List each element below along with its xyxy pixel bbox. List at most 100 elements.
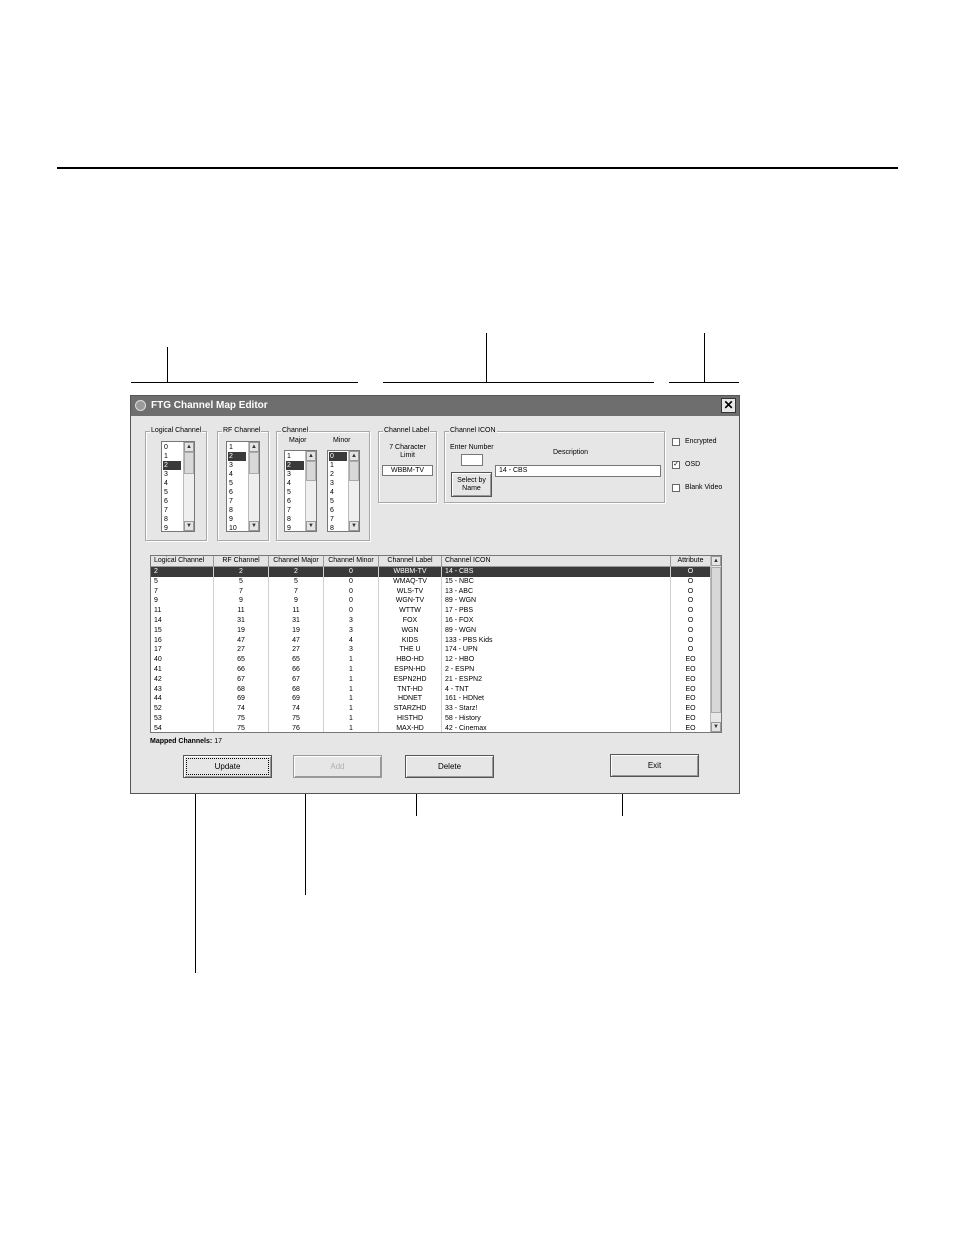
logical-channel-item[interactable]: 5 <box>163 488 181 497</box>
channel-major-item[interactable]: 9 <box>286 524 304 531</box>
channel-minor-item[interactable]: 5 <box>329 497 347 506</box>
table-row[interactable]: 44 69 69 1 HDNET 161 - HDNet EO <box>151 694 711 705</box>
icon-number-input[interactable] <box>461 454 483 466</box>
table-row[interactable]: 54 75 76 1 MAX-HD 42 - Cinemax EO <box>151 723 711 732</box>
scroll-thumb[interactable] <box>249 452 259 474</box>
delete-button[interactable]: Delete <box>405 755 494 778</box>
channel-label-input[interactable]: WBBM-TV <box>382 465 433 476</box>
scroll-thumb[interactable] <box>711 567 721 713</box>
scroll-up-icon[interactable]: ▲ <box>349 451 359 461</box>
scroll-thumb[interactable] <box>349 461 359 481</box>
logical-channel-scrollbar[interactable]: ▲ ▼ <box>183 442 194 531</box>
table-row[interactable]: 43 68 68 1 TNT-HD 4 - TNT EO <box>151 684 711 695</box>
blank-video-checkbox[interactable] <box>672 484 680 492</box>
scroll-up-icon[interactable]: ▲ <box>249 442 259 452</box>
column-header[interactable]: Channel Label <box>379 556 442 567</box>
channel-minor-list[interactable]: 012345678 ▲ ▼ <box>327 450 360 532</box>
rf-channel-item[interactable]: 4 <box>228 470 246 479</box>
table-row[interactable]: 2 2 2 0 WBBM-TV 14 - CBS O <box>151 567 711 577</box>
rf-channel-item[interactable]: 8 <box>228 506 246 515</box>
channel-major-list[interactable]: 123456789 ▲ ▼ <box>284 450 317 532</box>
channel-minor-item[interactable]: 6 <box>329 506 347 515</box>
channel-major-item[interactable]: 7 <box>286 506 304 515</box>
channel-minor-item[interactable]: 4 <box>329 488 347 497</box>
table-row[interactable]: 15 19 19 3 WGN 89 - WGN O <box>151 625 711 636</box>
table-row[interactable]: 53 75 75 1 HISTHD 58 - History EO <box>151 714 711 724</box>
title-bar[interactable]: FTG Channel Map Editor ✕ <box>131 396 739 416</box>
logical-channel-item[interactable]: 9 <box>163 524 181 531</box>
scroll-thumb[interactable] <box>306 461 316 481</box>
channel-map-table[interactable]: Logical Channel RF Channel Channel Major Ch… <box>150 555 722 733</box>
icon-description-input[interactable]: 14 - CBS <box>495 465 661 477</box>
select-by-name-button[interactable]: Select by Name <box>451 472 492 497</box>
rf-channel-item[interactable]: 7 <box>228 497 246 506</box>
table-row[interactable]: 9 9 9 0 WGN-TV 89 - WGN O <box>151 596 711 607</box>
channel-minor-item[interactable]: 8 <box>329 524 347 531</box>
table-row[interactable]: 41 66 66 1 ESPN-HD 2 - ESPN EO <box>151 665 711 675</box>
table-row[interactable]: 16 47 47 4 KIDS 133 - PBS Kids O <box>151 635 711 646</box>
channel-major-item[interactable]: 4 <box>286 479 304 488</box>
osd-checkbox[interactable]: ✓ <box>672 461 680 469</box>
channel-minor-item[interactable]: 2 <box>329 470 347 479</box>
scroll-down-icon[interactable]: ▼ <box>306 521 316 531</box>
column-header[interactable]: Channel ICON <box>442 556 671 567</box>
scroll-up-icon[interactable]: ▲ <box>184 442 194 452</box>
rf-channel-item[interactable]: 1 <box>228 443 246 452</box>
channel-major-item[interactable]: 1 <box>286 452 304 461</box>
channel-major-item[interactable]: 6 <box>286 497 304 506</box>
column-header[interactable]: Channel Major <box>269 556 324 567</box>
scroll-down-icon[interactable]: ▼ <box>711 722 721 732</box>
encrypted-checkbox[interactable] <box>672 438 680 446</box>
logical-channel-item[interactable]: 0 <box>163 443 181 452</box>
logical-channel-item[interactable]: 8 <box>163 515 181 524</box>
table-row[interactable]: 5 5 5 0 WMAQ-TV 15 - NBC O <box>151 576 711 587</box>
logical-channel-item[interactable]: 1 <box>163 452 181 461</box>
channel-minor-scrollbar[interactable]: ▲ ▼ <box>348 451 359 531</box>
column-header[interactable]: Channel Minor <box>324 556 379 567</box>
table-row[interactable]: 52 74 74 1 STARZHD 33 - Starz! EO <box>151 704 711 715</box>
update-button[interactable]: Update <box>183 755 272 778</box>
rf-channel-item[interactable]: 6 <box>228 488 246 497</box>
rf-channel-list[interactable]: 1 2 3 4 5 6 7 8 9 10 ▲ ▼ <box>226 441 260 532</box>
exit-button[interactable]: Exit <box>610 754 699 777</box>
add-button[interactable]: Add <box>293 755 382 778</box>
channel-major-item[interactable]: 8 <box>286 515 304 524</box>
logical-channel-item[interactable]: 2 <box>163 461 181 470</box>
table-row[interactable]: 7 7 7 0 WLS-TV 13 - ABC O <box>151 586 711 597</box>
channel-major-item[interactable]: 2 <box>286 461 304 470</box>
scroll-thumb[interactable] <box>184 452 194 474</box>
scroll-up-icon[interactable]: ▲ <box>306 451 316 461</box>
channel-minor-item[interactable]: 0 <box>329 452 347 461</box>
table-row[interactable]: 42 67 67 1 ESPN2HD 21 - ESPN2 EO <box>151 674 711 685</box>
column-header[interactable]: RF Channel <box>214 556 269 567</box>
rf-channel-item[interactable]: 3 <box>228 461 246 470</box>
scroll-down-icon[interactable]: ▼ <box>349 521 359 531</box>
logical-channel-item[interactable]: 3 <box>163 470 181 479</box>
channel-major-scrollbar[interactable]: ▲ ▼ <box>305 451 316 531</box>
table-row[interactable]: 17 27 27 3 THE U 174 - UPN O <box>151 645 711 656</box>
channel-minor-item[interactable]: 7 <box>329 515 347 524</box>
close-icon[interactable]: ✕ <box>721 398 736 413</box>
scroll-down-icon[interactable]: ▼ <box>184 521 194 531</box>
channel-major-item[interactable]: 3 <box>286 470 304 479</box>
rf-channel-item[interactable]: 2 <box>228 452 246 461</box>
channel-minor-item[interactable]: 3 <box>329 479 347 488</box>
rf-channel-item[interactable]: 10 <box>228 524 246 531</box>
logical-channel-item[interactable]: 7 <box>163 506 181 515</box>
rf-channel-scrollbar[interactable]: ▲ ▼ <box>248 442 259 531</box>
column-header[interactable]: Attribute <box>671 556 711 567</box>
logical-channel-list[interactable]: 0123456789 ▲ ▼ <box>161 441 195 532</box>
table-row[interactable]: 40 65 65 1 HBO-HD 12 - HBO EO <box>151 655 711 666</box>
table-row[interactable]: 14 31 31 3 FOX 16 - FOX O <box>151 616 711 626</box>
table-scrollbar[interactable]: ▲ ▼ <box>710 556 721 732</box>
column-header[interactable]: Logical Channel <box>151 556 214 567</box>
rf-channel-item[interactable]: 9 <box>228 515 246 524</box>
channel-minor-item[interactable]: 1 <box>329 461 347 470</box>
logical-channel-item[interactable]: 6 <box>163 497 181 506</box>
logical-channel-item[interactable]: 4 <box>163 479 181 488</box>
scroll-up-icon[interactable]: ▲ <box>711 556 721 566</box>
rf-channel-item[interactable]: 5 <box>228 479 246 488</box>
scroll-down-icon[interactable]: ▼ <box>249 521 259 531</box>
channel-major-item[interactable]: 5 <box>286 488 304 497</box>
table-row[interactable]: 11 11 11 0 WTTW 17 - PBS O <box>151 606 711 617</box>
